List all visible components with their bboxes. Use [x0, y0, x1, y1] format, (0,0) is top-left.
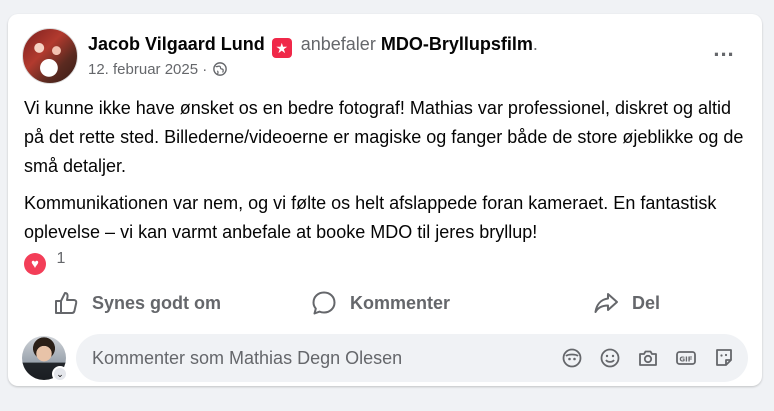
thumbs-up-icon [55, 292, 78, 314]
comment-label: Kommenter [350, 292, 451, 313]
heart-icon: ♥ [24, 253, 46, 275]
post-paragraph: Vi kunne ikke have ønsket os en bedre fo… [24, 98, 744, 176]
comment-composer: ⌄ Kommenter som Mathias Degn Olesen GIF [22, 334, 748, 384]
recommends-text: anbefaler [300, 34, 376, 54]
comment-button[interactable]: Kommenter [310, 280, 450, 326]
like-label: Synes godt om [92, 292, 222, 313]
post-body: Vi kunne ikke have ønsket os en bedre fo… [24, 94, 754, 255]
share-arrow-icon [594, 293, 618, 313]
post-meta: 12. februar 2025 · [88, 61, 228, 78]
meta-separator: · [202, 61, 208, 78]
sticker-icon[interactable] [712, 346, 736, 370]
chevron-down-icon[interactable]: ⌄ [52, 366, 68, 382]
author-name[interactable]: Jacob Vilgaard Lund [88, 34, 265, 54]
camera-icon[interactable] [636, 346, 660, 370]
share-label: Del [632, 292, 661, 313]
post-card: Jacob Vilgaard Lund ★ anbefaler MDO-Bryl… [8, 14, 762, 386]
like-button[interactable]: Synes godt om [52, 280, 221, 326]
share-button[interactable]: Del [592, 280, 660, 326]
comment-input[interactable]: Kommenter som Mathias Degn Olesen GIF [76, 334, 748, 382]
more-options-icon: ... [713, 36, 735, 61]
composer-tools: GIF [560, 346, 736, 370]
author-avatar[interactable] [22, 28, 78, 84]
recommend-badge-icon: ★ [271, 38, 292, 58]
post-paragraph: Kommunikationen var nem, og vi følte os … [24, 193, 717, 242]
reactions-summary[interactable]: ♥ 1 [24, 250, 65, 276]
action-bar: Synes godt om Kommenter Del [8, 280, 762, 326]
period: . [532, 34, 538, 54]
reaction-count: 1 [56, 250, 66, 267]
comment-placeholder: Kommenter som Mathias Degn Olesen [92, 348, 403, 368]
post-header: Jacob Vilgaard Lund ★ anbefaler MDO-Bryl… [22, 28, 748, 88]
emoji-icon[interactable] [598, 346, 622, 370]
gif-icon[interactable]: GIF [674, 346, 698, 370]
page-name-link[interactable]: MDO-Bryllupsfilm [381, 34, 533, 54]
avatar-sticker-icon[interactable] [560, 346, 584, 370]
author-line: Jacob Vilgaard Lund ★ anbefaler MDO-Bryl… [88, 34, 538, 58]
more-options-button[interactable]: ... [706, 38, 742, 66]
comment-bubble-icon [312, 291, 336, 315]
globe-icon [213, 62, 228, 76]
post-date[interactable]: 12. februar 2025 [88, 61, 198, 78]
svg-text:GIF: GIF [679, 355, 692, 363]
